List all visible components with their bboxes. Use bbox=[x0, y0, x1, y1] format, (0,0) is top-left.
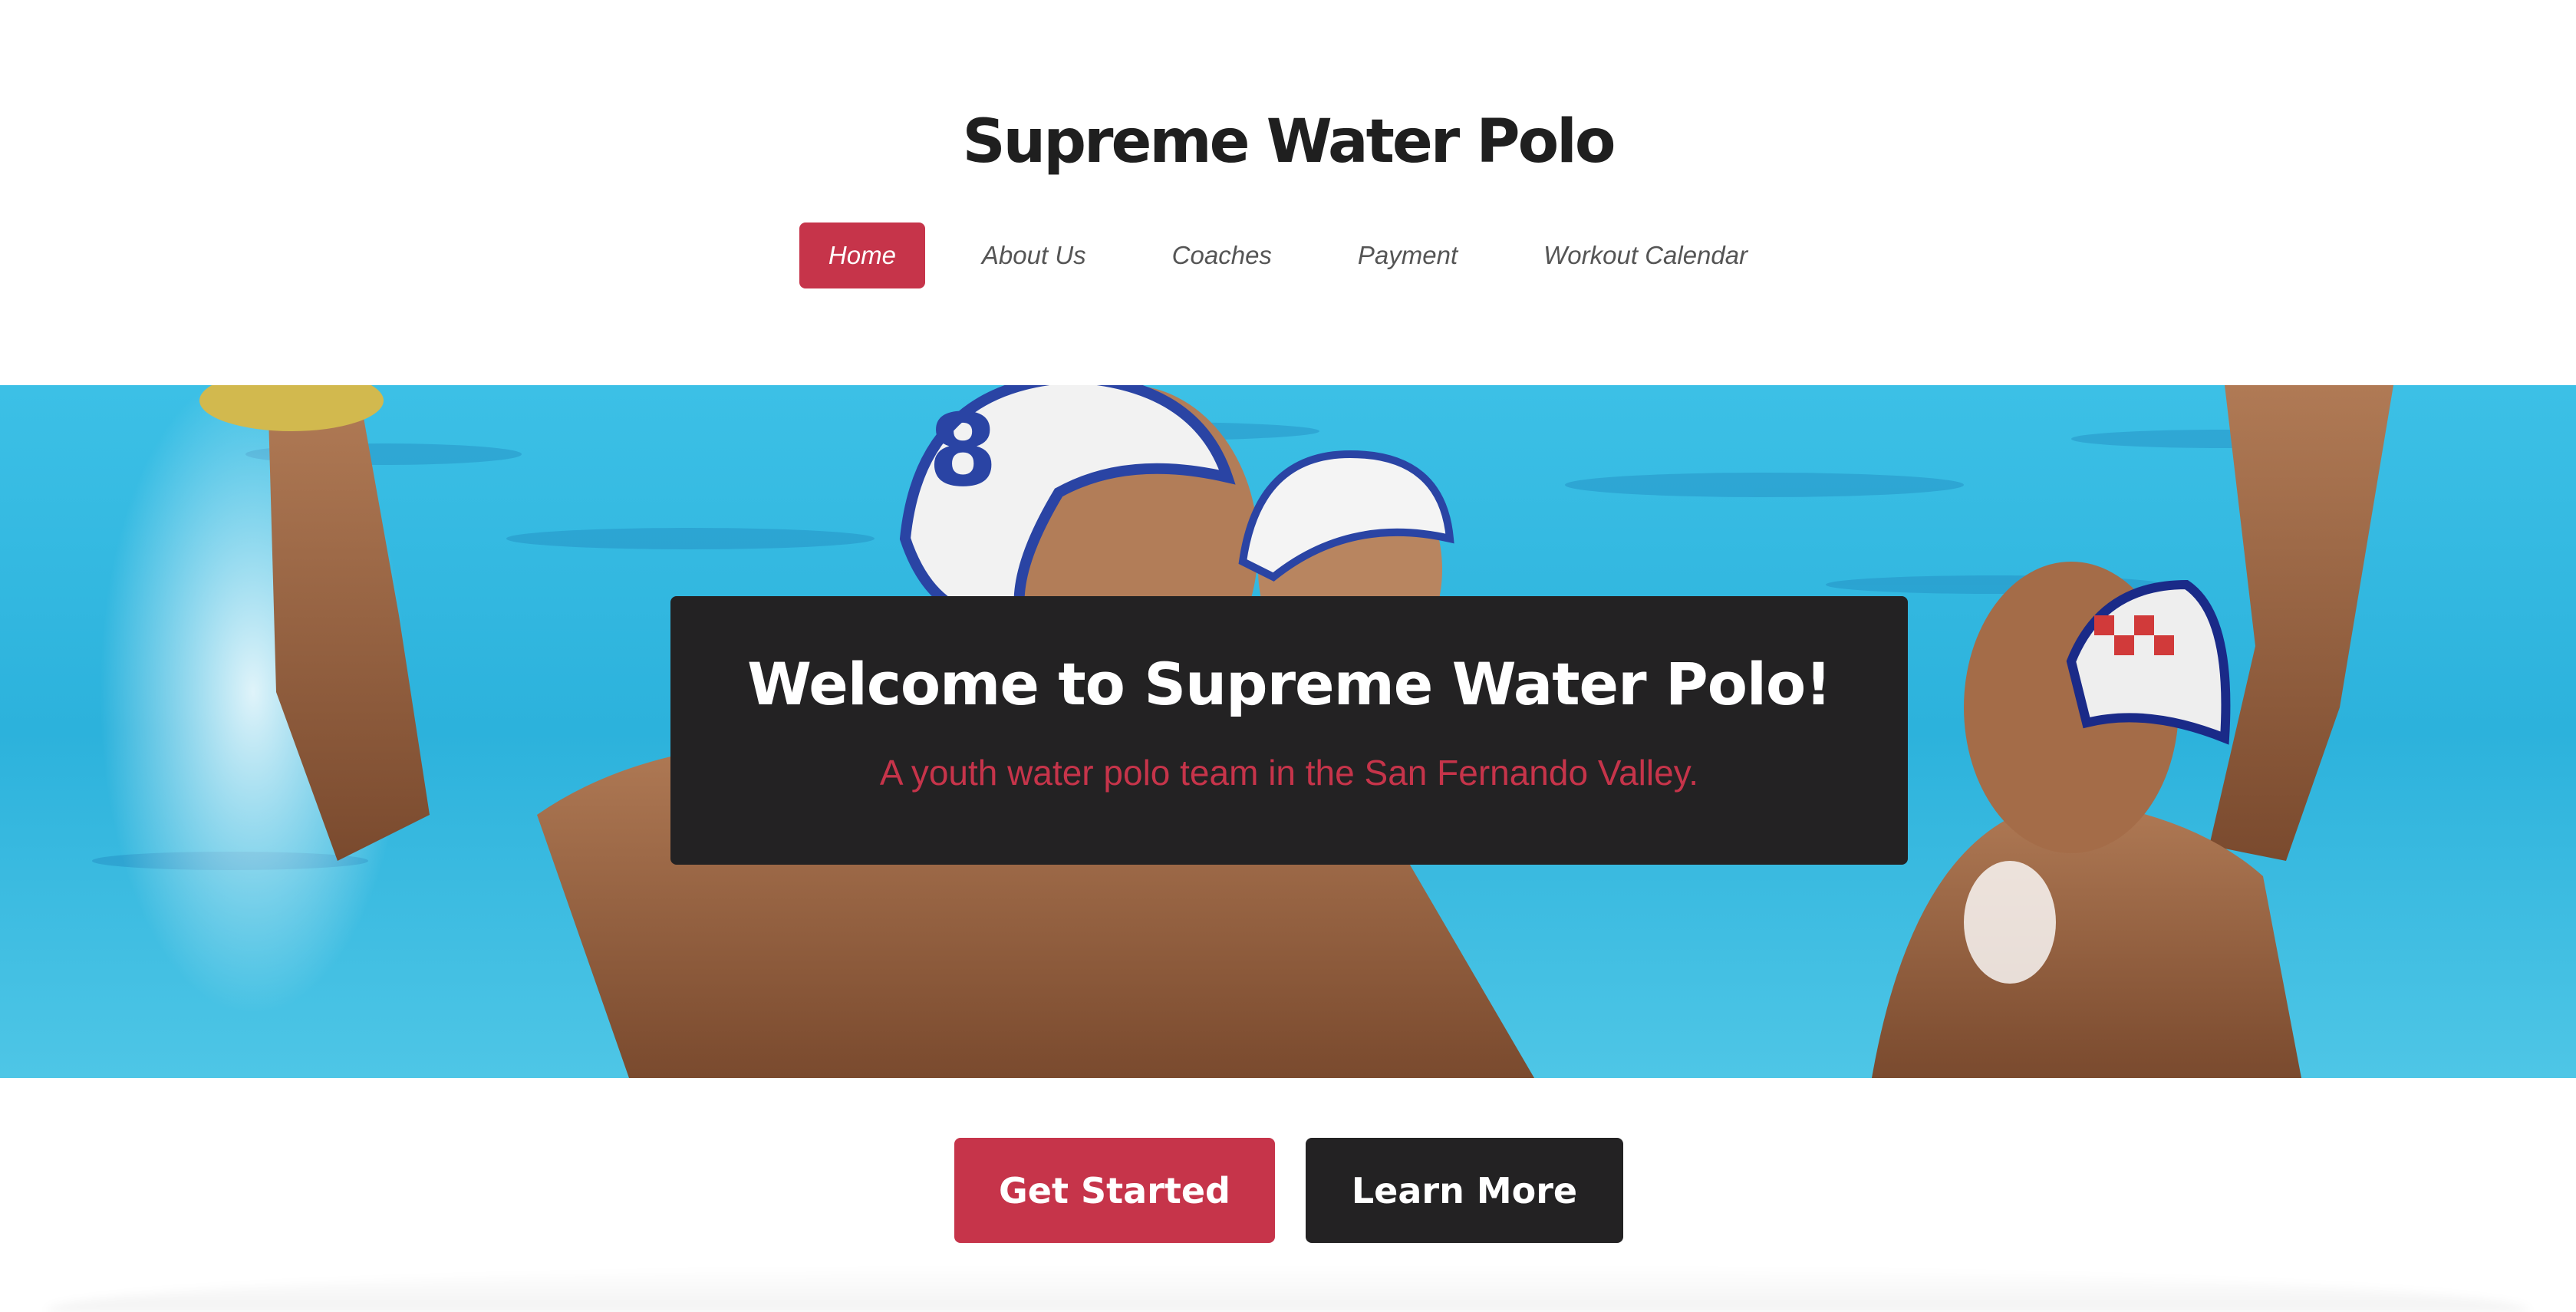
hero-subheading: A youth water polo team in the San Ferna… bbox=[879, 753, 1699, 793]
nav-item-coaches[interactable]: Coaches bbox=[1143, 223, 1301, 288]
section-divider-shadow bbox=[46, 1266, 2530, 1312]
hero-heading: Welcome to Supreme Water Polo! bbox=[747, 650, 1832, 718]
nav-item-about-us[interactable]: About Us bbox=[953, 223, 1115, 288]
site-title[interactable]: Supreme Water Polo bbox=[0, 100, 2576, 184]
hero-banner: 8 Welcome to Supreme Water Polo! A youth… bbox=[0, 385, 2576, 1078]
nav-item-workout-calendar[interactable]: Workout Calendar bbox=[1514, 223, 1777, 288]
cap-number: 8 bbox=[928, 392, 997, 509]
page: Supreme Water Polo Home About Us Coaches… bbox=[0, 0, 2576, 1312]
main-nav: Home About Us Coaches Payment Workout Ca… bbox=[0, 223, 2576, 288]
get-started-button[interactable]: Get Started bbox=[954, 1138, 1275, 1243]
nav-item-home[interactable]: Home bbox=[799, 223, 925, 288]
hero-card: Welcome to Supreme Water Polo! A youth w… bbox=[670, 596, 1908, 865]
learn-more-button[interactable]: Learn More bbox=[1306, 1138, 1623, 1243]
nav-item-payment[interactable]: Payment bbox=[1329, 223, 1487, 288]
